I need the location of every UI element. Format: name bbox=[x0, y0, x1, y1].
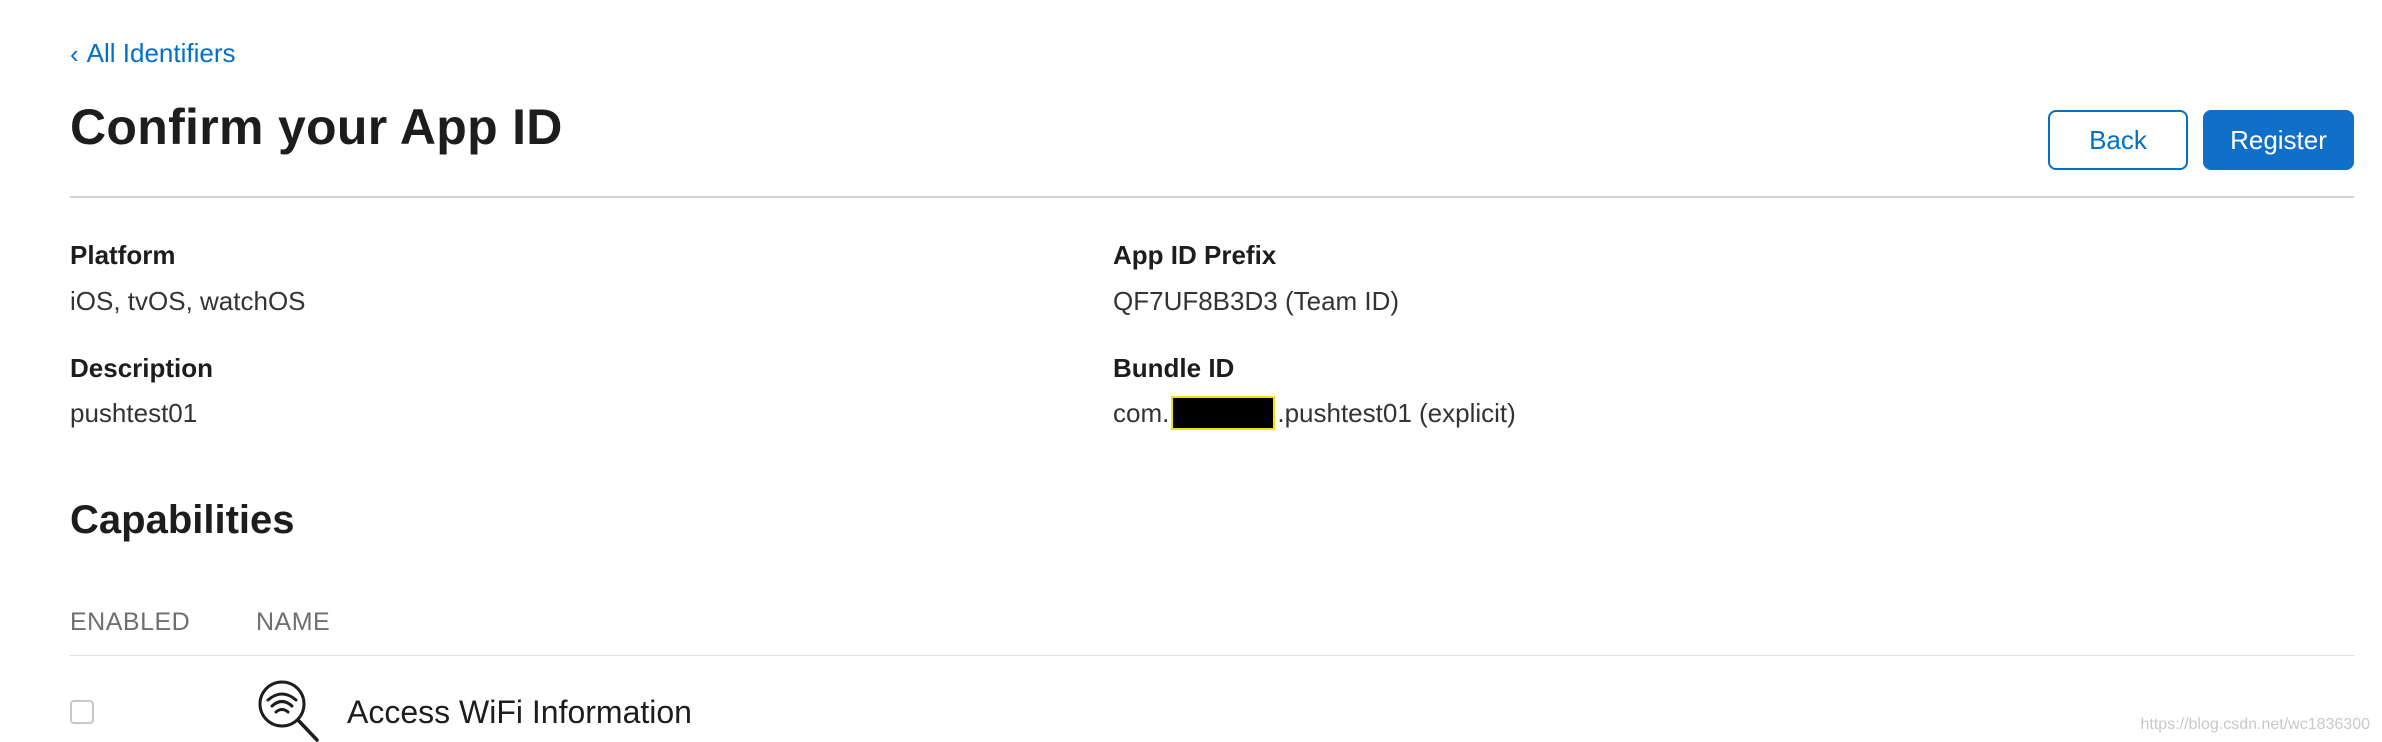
table-header-divider bbox=[70, 655, 2354, 656]
column-header-enabled: ENABLED bbox=[70, 608, 191, 636]
description-label: Description bbox=[70, 353, 214, 383]
wifi-search-icon bbox=[258, 680, 319, 742]
chevron-left-icon: ‹ bbox=[70, 38, 79, 69]
platform-label: Platform bbox=[70, 240, 176, 270]
back-button[interactable]: Back bbox=[2048, 110, 2188, 170]
register-button[interactable]: Register bbox=[2203, 110, 2354, 170]
description-value: pushtest01 bbox=[70, 398, 198, 428]
app-id-confirm-page: ‹ All Identifiers Confirm your App ID Ba… bbox=[0, 0, 2382, 742]
bundle-id-label: Bundle ID bbox=[1113, 353, 1235, 383]
bundle-id-prefix: com. bbox=[1113, 397, 1170, 428]
all-identifiers-label: All Identifiers bbox=[86, 38, 236, 68]
header-divider bbox=[70, 196, 2354, 198]
column-header-name: NAME bbox=[256, 608, 331, 636]
capabilities-title: Capabilities bbox=[70, 498, 295, 542]
platform-value: iOS, tvOS, watchOS bbox=[70, 286, 306, 316]
watermark: https://blog.csdn.net/wc1836300 bbox=[2140, 716, 2371, 733]
page-title: Confirm your App ID bbox=[70, 99, 563, 155]
bundle-id-value: com. .pushtest01 (explicit) bbox=[1113, 396, 1516, 430]
capability-name: Access WiFi Information bbox=[347, 694, 692, 730]
app-id-prefix-label: App ID Prefix bbox=[1113, 240, 1277, 270]
app-id-prefix-value: QF7UF8B3D3 (Team ID) bbox=[1113, 286, 1400, 316]
bundle-id-suffix: .pushtest01 (explicit) bbox=[1277, 397, 1516, 428]
capability-enabled-checkbox[interactable] bbox=[70, 700, 94, 724]
redaction-box bbox=[1171, 396, 1276, 430]
all-identifiers-link[interactable]: ‹ All Identifiers bbox=[70, 38, 236, 69]
table-row: Access WiFi Information bbox=[70, 680, 2354, 742]
